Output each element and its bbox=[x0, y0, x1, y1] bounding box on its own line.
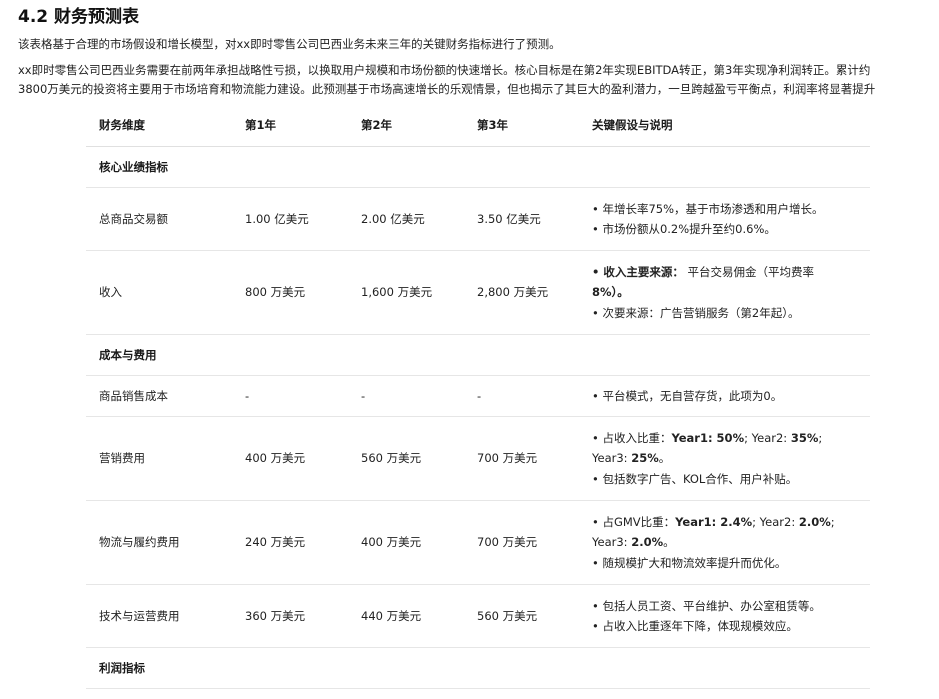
note-text: 。 bbox=[658, 451, 671, 466]
note-line: • 次要来源：广告营销服务（第2年起）。 bbox=[592, 305, 800, 320]
summary-paragraph-line-1: xx即时零售公司巴西业务需要在前两年承担战略性亏损，以换取用户规模和市场份额的快… bbox=[18, 63, 871, 77]
note-line: Year3: 2.0%。 bbox=[592, 532, 870, 553]
year-1-value: 240 万美元 bbox=[232, 500, 348, 585]
note-line: • 占收入比重：Year1: 50%; Year2: 35%; bbox=[592, 428, 870, 449]
group-row-core: 核心业绩指标 bbox=[86, 146, 870, 188]
year-1-value: - bbox=[232, 375, 348, 417]
year-3-value: 700 万美元 bbox=[464, 500, 579, 585]
note-line: • 占收入比重逐年下降，体现规模效应。 bbox=[592, 619, 798, 633]
year-2-value: 400 万美元 bbox=[348, 500, 464, 585]
note-text: • 占收入比重： bbox=[592, 430, 672, 445]
year-3-value: 2,800 万美元 bbox=[464, 250, 579, 335]
summary-paragraph-line-2: 3800万美元的投资将主要用于市场培育和物流能力建设。此预测基于市场高速增长的乐… bbox=[18, 82, 876, 96]
year-3-value: 3.50 亿美元 bbox=[464, 187, 579, 251]
note-line: • 市场份额从0.2%提升至约0.6%。 bbox=[592, 222, 776, 236]
header-dimension: 财务维度 bbox=[86, 104, 232, 147]
note-line: • 收入主要来源： 平台交易佣金（平均费率 bbox=[592, 262, 870, 283]
year-2-value: 2.00 亿美元 bbox=[348, 187, 464, 251]
year-2-value: 560 万美元 bbox=[348, 416, 464, 501]
assumption-note: • 包括人员工资、平台维护、办公室租赁等。 • 占收入比重逐年下降，体现规模效应… bbox=[579, 584, 870, 648]
group-label-profit: 利润指标 bbox=[86, 647, 870, 689]
intro-paragraph: 该表格基于合理的市场假设和增长模型，对xx即时零售公司巴西业务未来三年的关键财务… bbox=[18, 37, 561, 51]
note-bold-text: 25% bbox=[631, 451, 659, 466]
note-line: • 平台模式，无自营存货，此项为0。 bbox=[592, 388, 783, 403]
note-text: 。 bbox=[663, 535, 675, 550]
group-row-cost: 成本与费用 bbox=[86, 334, 870, 376]
group-label-cost: 成本与费用 bbox=[86, 334, 870, 376]
row-label: 物流与履约费用 bbox=[86, 500, 232, 585]
year-1-value: 1.00 亿美元 bbox=[232, 187, 348, 251]
section-title: 4.2 财务预测表 bbox=[18, 7, 140, 27]
table-row-marketing: 营销费用 400 万美元 560 万美元 700 万美元 • 占收入比重：Yea… bbox=[86, 416, 870, 501]
table-row-cogs: 商品销售成本 - - - • 平台模式，无自营存货，此项为0。 bbox=[86, 375, 870, 417]
note-line: 8%）。 bbox=[592, 285, 629, 300]
year-1-value: 800 万美元 bbox=[232, 250, 348, 335]
note-text: ; Year2: bbox=[752, 514, 799, 529]
year-2-value: 1,600 万美元 bbox=[348, 250, 464, 335]
note-text: Year3: bbox=[592, 451, 632, 466]
document-page: 4.2 财务预测表 该表格基于合理的市场假设和增长模型，对xx即时零售公司巴西业… bbox=[0, 0, 939, 699]
note-text: ; bbox=[818, 430, 823, 445]
note-text: ; bbox=[830, 514, 835, 529]
note-bold-text: 35% bbox=[790, 430, 819, 445]
note-line: • 年增长率75%，基于市场渗透和用户增长。 bbox=[592, 201, 824, 216]
group-row-profit: 利润指标 bbox=[86, 647, 870, 689]
year-1-value: 400 万美元 bbox=[232, 416, 348, 501]
financial-forecast-table: 财务维度 第1年 第2年 第3年 关键假设与说明 核心业绩指标 总商品交易额 1… bbox=[86, 104, 870, 689]
note-text: • 占GMV比重： bbox=[592, 514, 676, 529]
row-label: 收入 bbox=[86, 250, 232, 335]
header-year-2: 第2年 bbox=[348, 104, 464, 147]
assumption-note: • 占收入比重：Year1: 50%; Year2: 35%; Year3: 2… bbox=[579, 416, 870, 501]
assumption-note: • 收入主要来源： 平台交易佣金（平均费率 8%）。 • 次要来源：广告营销服务… bbox=[579, 250, 870, 335]
assumption-note: • 占GMV比重：Year1: 2.4%; Year2: 2.0%; Year3… bbox=[579, 500, 870, 585]
assumption-note: • 平台模式，无自营存货，此项为0。 bbox=[579, 375, 870, 417]
header-assumptions: 关键假设与说明 bbox=[579, 104, 870, 147]
note-bold-text: Year1: 50% bbox=[671, 430, 745, 445]
year-3-value: 560 万美元 bbox=[464, 584, 579, 648]
note-line: • 随规模扩大和物流效率提升而优化。 bbox=[592, 555, 787, 570]
header-year-1: 第1年 bbox=[232, 104, 348, 147]
year-2-value: 440 万美元 bbox=[348, 584, 464, 648]
header-year-3: 第3年 bbox=[464, 104, 579, 147]
note-text: Year3: bbox=[592, 535, 632, 550]
year-2-value: - bbox=[348, 375, 464, 417]
row-label: 商品销售成本 bbox=[86, 375, 232, 417]
note-text: 平台交易佣金（平均费率 bbox=[687, 264, 815, 279]
table-header-row: 财务维度 第1年 第2年 第3年 关键假设与说明 bbox=[86, 104, 870, 147]
table-row-revenue: 收入 800 万美元 1,600 万美元 2,800 万美元 • 收入主要来源：… bbox=[86, 250, 870, 335]
note-bold-text: 2.0% bbox=[631, 535, 664, 550]
note-line: • 包括数字广告、KOL合作、用户补贴。 bbox=[592, 471, 798, 486]
year-1-value: 360 万美元 bbox=[232, 584, 348, 648]
note-bold-text: Year1: 2.4% bbox=[675, 514, 753, 529]
note-bold-text: 2.0% bbox=[798, 514, 831, 529]
assumption-note: • 年增长率75%，基于市场渗透和用户增长。 • 市场份额从0.2%提升至约0.… bbox=[579, 187, 870, 251]
row-label: 营销费用 bbox=[86, 416, 232, 501]
group-label-core: 核心业绩指标 bbox=[86, 146, 870, 188]
note-text: ; Year2: bbox=[744, 430, 791, 445]
table-row-tech-ops: 技术与运营费用 360 万美元 440 万美元 560 万美元 • 包括人员工资… bbox=[86, 584, 870, 648]
row-label: 技术与运营费用 bbox=[86, 584, 232, 648]
year-3-value: 700 万美元 bbox=[464, 416, 579, 501]
row-label: 总商品交易额 bbox=[86, 187, 232, 251]
table-row-gmv: 总商品交易额 1.00 亿美元 2.00 亿美元 3.50 亿美元 • 年增长率… bbox=[86, 187, 870, 251]
note-line: • 包括人员工资、平台维护、办公室租赁等。 bbox=[592, 598, 821, 613]
note-bold-text: • 收入主要来源： bbox=[592, 264, 684, 279]
note-line: Year3: 25%。 bbox=[592, 448, 870, 469]
table-row-logistics: 物流与履约费用 240 万美元 400 万美元 700 万美元 • 占GMV比重… bbox=[86, 500, 870, 585]
note-line: • 占GMV比重：Year1: 2.4%; Year2: 2.0%; bbox=[592, 512, 870, 533]
year-3-value: - bbox=[464, 375, 579, 417]
